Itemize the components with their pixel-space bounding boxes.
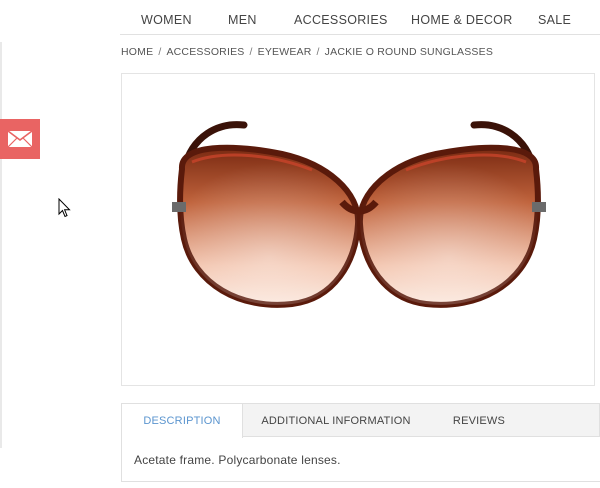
tab-description[interactable]: DESCRIPTION bbox=[122, 404, 243, 438]
breadcrumb-separator: / bbox=[316, 46, 320, 58]
breadcrumb-separator: / bbox=[158, 46, 162, 58]
nav-item-men[interactable]: MEN bbox=[228, 13, 257, 27]
nav-item-sale[interactable]: SALE bbox=[538, 13, 571, 27]
product-description-text: Acetate frame. Polycarbonate lenses. bbox=[134, 453, 341, 467]
nav-item-accessories[interactable]: ACCESSORIES bbox=[294, 13, 388, 27]
breadcrumb-eyewear[interactable]: EYEWEAR bbox=[258, 46, 312, 58]
breadcrumb-separator: / bbox=[249, 46, 253, 58]
nav-item-women[interactable]: WOMEN bbox=[141, 13, 192, 27]
mouse-cursor-icon bbox=[58, 198, 71, 218]
tab-additional-information[interactable]: ADDITIONAL INFORMATION bbox=[243, 404, 429, 437]
breadcrumb-home[interactable]: HOME bbox=[121, 46, 153, 58]
mail-tab[interactable] bbox=[0, 119, 40, 159]
breadcrumb-current: JACKIE O ROUND SUNGLASSES bbox=[324, 46, 494, 58]
product-image-frame[interactable] bbox=[121, 73, 595, 386]
tab-content-description: Acetate frame. Polycarbonate lenses. bbox=[121, 436, 600, 482]
tab-reviews[interactable]: REVIEWS bbox=[429, 404, 529, 437]
left-rail bbox=[0, 42, 2, 448]
nav-item-home-decor[interactable]: HOME & DECOR bbox=[411, 13, 513, 27]
breadcrumb-accessories[interactable]: ACCESSORIES bbox=[166, 46, 244, 58]
product-image-sunglasses bbox=[172, 121, 546, 308]
breadcrumb: HOME / ACCESSORIES / EYEWEAR / JACKIE O ROUND … bbox=[121, 46, 493, 58]
main-navigation: WOMEN MEN ACCESSORIES HOME & DECOR SALE bbox=[120, 0, 600, 35]
product-tabs: DESCRIPTION ADDITIONAL INFORMATION REVIE… bbox=[121, 403, 600, 438]
envelope-icon bbox=[7, 130, 33, 148]
